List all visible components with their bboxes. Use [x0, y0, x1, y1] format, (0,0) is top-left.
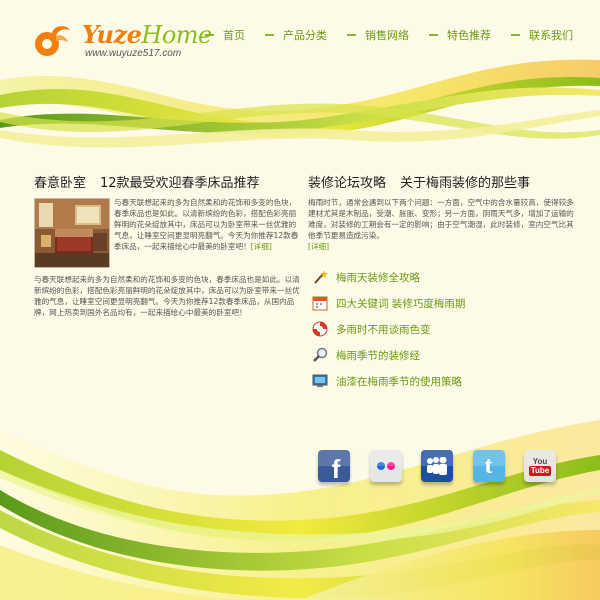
monitor-icon	[312, 373, 328, 389]
tip-link-keywords[interactable]: 四大关键词 装修巧度梅雨期	[312, 290, 592, 316]
left-article-intro: 与春天联想起来的多为自然柔和的花饰和多变的色块，春季床品也是如此。以清新缤纷的色…	[114, 197, 302, 252]
lifebuoy-icon	[312, 321, 328, 337]
twitter-icon[interactable]: t	[472, 450, 505, 482]
nav-item-products[interactable]: 产品分类	[265, 27, 327, 43]
social-links: f t You Tube	[318, 450, 576, 482]
right-article-title[interactable]: 装修论坛攻略 关于梅雨装修的那些事	[308, 172, 544, 191]
logo-wordmark: YuzeHome	[82, 20, 212, 49]
right-article-intro: 梅雨时节，通常会遇到以下两个问题：一方面，空气中的含水量较高，使得较多建材尤其是…	[308, 197, 578, 252]
right-title-part-a: 装修论坛攻略	[308, 176, 387, 191]
facebook-icon[interactable]: f	[318, 450, 350, 482]
tip-link-rainy-guide[interactable]: 梅雨天装修全攻略	[312, 264, 592, 290]
nav-dash-icon	[511, 34, 520, 36]
left-title-part-b: 12款最受欢迎春季床品推荐	[100, 176, 260, 191]
magic-wand-icon	[312, 269, 328, 285]
nav-dash-icon	[347, 34, 356, 36]
nav-label: 联系我们	[529, 29, 573, 42]
tip-link-season-tips[interactable]: 梅雨季节的装修经	[312, 342, 592, 368]
logo-mark-icon	[35, 26, 70, 56]
nav-label: 销售网络	[365, 29, 409, 42]
bedroom-image	[35, 199, 109, 267]
nav-label: 特色推荐	[447, 29, 491, 42]
tip-link-text: 油漆在梅雨季节的使用策略	[336, 375, 462, 388]
nav-item-featured[interactable]: 特色推荐	[429, 27, 491, 43]
myspace-icon[interactable]	[421, 450, 453, 482]
flickr-icon[interactable]	[369, 450, 402, 482]
tip-link-text: 梅雨天装修全攻略	[336, 271, 420, 284]
logo-name-part1: Yuze	[82, 20, 142, 49]
nav-dash-icon	[265, 34, 274, 36]
nav-label: 首页	[223, 29, 245, 42]
nav-label: 产品分类	[283, 29, 327, 42]
tip-link-text: 多雨时不用谈雨色变	[336, 323, 431, 336]
bedroom-thumbnail[interactable]	[34, 198, 110, 268]
main-nav: 首页 产品分类 销售网络 特色推荐 联系我们	[205, 27, 593, 43]
nav-item-home[interactable]: 首页	[205, 27, 245, 43]
right-title-part-b: 关于梅雨装修的那些事	[400, 176, 531, 191]
calendar-icon	[312, 295, 328, 311]
tips-link-list: 梅雨天装修全攻略 四大关键词 装修巧度梅雨期 多雨时不用谈雨色变 梅雨季节的装修…	[312, 264, 592, 394]
youtube-icon[interactable]: You Tube	[524, 450, 556, 482]
right-more-link[interactable]: [详细]	[308, 242, 329, 251]
left-article-body: 与春天联想起来的多为自然柔和的花饰和多变的色块，春季床品也是如此。以清新缤纷的色…	[34, 275, 300, 317]
nav-item-contact[interactable]: 联系我们	[511, 27, 573, 43]
logo-url: www.wuyuze517.com	[85, 48, 182, 59]
tip-link-rain-color[interactable]: 多雨时不用谈雨色变	[312, 316, 592, 342]
tip-link-text: 四大关键词 装修巧度梅雨期	[336, 297, 466, 310]
nav-item-sales-network[interactable]: 销售网络	[347, 27, 409, 43]
nav-dash-icon	[205, 34, 214, 36]
tip-link-paint-strategy[interactable]: 油漆在梅雨季节的使用策略	[312, 368, 592, 394]
nav-dash-icon	[429, 34, 438, 36]
magnifier-icon	[312, 347, 328, 363]
left-title-part-a: 春意卧室	[34, 176, 87, 191]
left-article-title[interactable]: 春意卧室 12款最受欢迎春季床品推荐	[34, 172, 274, 191]
left-more-link[interactable]: [详细]	[251, 242, 272, 251]
site-logo[interactable]: YuzeHome www.wuyuze517.com	[30, 18, 212, 59]
right-intro-text: 梅雨时节，通常会遇到以下两个问题：一方面，空气中的含水量较高，使得较多建材尤其是…	[308, 198, 574, 240]
logo-name-part2: Home	[141, 21, 212, 49]
tip-link-text: 梅雨季节的装修经	[336, 349, 420, 362]
